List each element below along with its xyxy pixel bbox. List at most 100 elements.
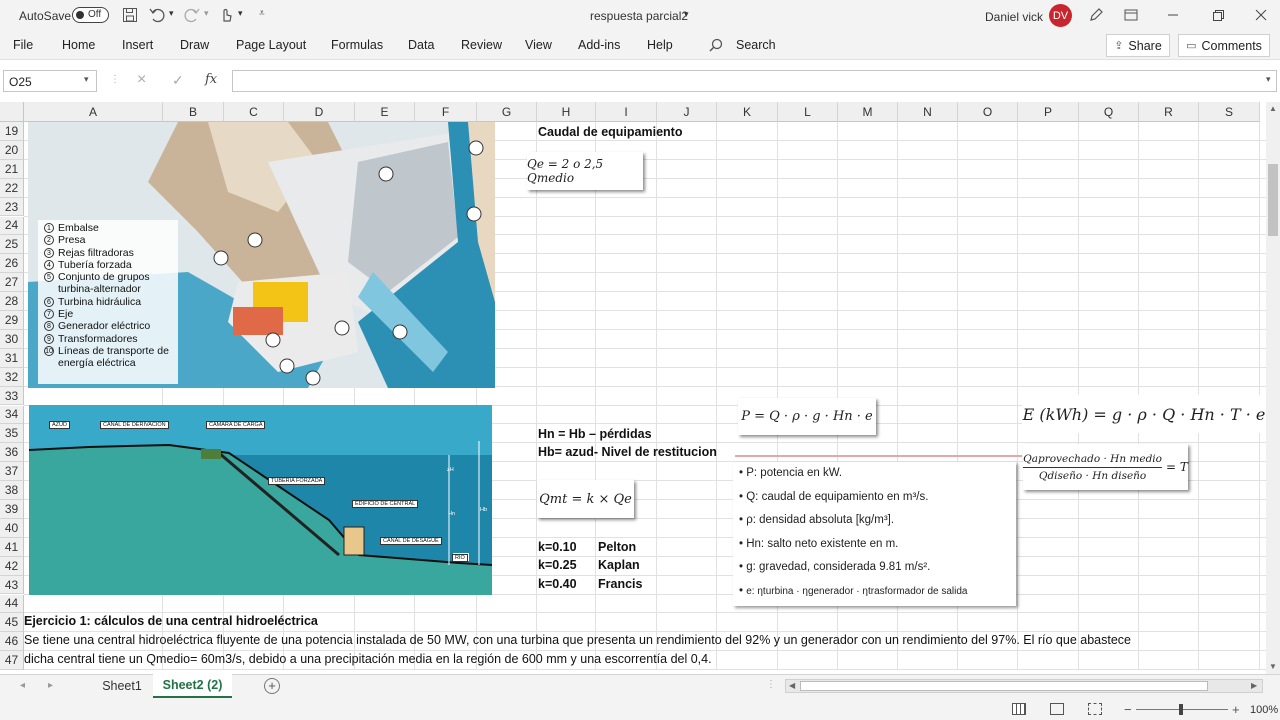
comments-button[interactable]: ▭ Comments — [1178, 34, 1270, 57]
autosave-toggle[interactable]: Off — [72, 7, 109, 23]
row-header-41[interactable]: 41 — [0, 537, 24, 557]
insert-function-icon[interactable]: fx — [205, 72, 217, 87]
row-header-22[interactable]: 22 — [0, 178, 24, 198]
search-box[interactable]: Search — [736, 38, 776, 52]
avatar[interactable]: DV — [1049, 4, 1072, 27]
name-box[interactable]: O25 — [3, 70, 97, 92]
touch-mode-icon[interactable] — [217, 6, 235, 24]
scroll-left-icon[interactable]: ◀ — [789, 681, 795, 690]
cancel-icon[interactable]: × — [137, 71, 146, 89]
row-header-37[interactable]: 37 — [0, 462, 24, 482]
tab-sheet1[interactable]: Sheet1 — [92, 674, 152, 698]
menu-view[interactable]: View — [525, 38, 552, 52]
scroll-right-icon[interactable]: ▶ — [1251, 681, 1257, 690]
row-header-38[interactable]: 38 — [0, 481, 24, 500]
row-header-34[interactable]: 34 — [0, 405, 24, 425]
add-sheet-button[interactable]: + — [264, 678, 280, 694]
ribbon-display-icon[interactable] — [1122, 6, 1140, 24]
pen-icon[interactable] — [1087, 6, 1105, 24]
row-header-26[interactable]: 26 — [0, 254, 24, 274]
column-header-g[interactable]: G — [477, 102, 537, 122]
touch-dropdown-icon[interactable]: ▾ — [238, 8, 243, 19]
column-header-b[interactable]: B — [163, 102, 224, 122]
row-header-20[interactable]: 20 — [0, 140, 24, 160]
zoom-slider-thumb[interactable] — [1179, 704, 1183, 715]
cell-ejercicio-line1[interactable]: Se tiene una central hidroeléctrica fluy… — [24, 633, 1131, 647]
page-layout-view-icon[interactable] — [1050, 703, 1064, 715]
cell-caudal[interactable]: Caudal de equipamiento — [538, 125, 682, 139]
scroll-up-icon[interactable]: ▲ — [1269, 104, 1277, 113]
equation-energy[interactable]: E (kWh) = g · ρ · Q · Hn · T · e — [1022, 395, 1266, 433]
redo-icon[interactable] — [183, 6, 201, 24]
menu-add-ins[interactable]: Add-ins — [578, 38, 620, 52]
column-header-s[interactable]: S — [1199, 102, 1260, 122]
column-header-h[interactable]: H — [537, 102, 596, 122]
row-header-32[interactable]: 32 — [0, 367, 24, 387]
menu-insert[interactable]: Insert — [122, 38, 153, 52]
enter-icon[interactable]: ✓ — [172, 72, 184, 89]
column-header-a[interactable]: A — [24, 102, 163, 122]
page-break-view-icon[interactable] — [1088, 703, 1102, 715]
title-dropdown-icon[interactable]: ▾ — [684, 9, 689, 20]
cell-hn[interactable]: Hn = Hb – pérdidas — [538, 427, 652, 441]
row-header-45[interactable]: 45 — [0, 613, 24, 633]
column-header-l[interactable]: L — [778, 102, 838, 122]
row-header-39[interactable]: 39 — [0, 500, 24, 519]
cell-k3[interactable]: k=0.40 — [538, 577, 577, 591]
vertical-scroll-thumb[interactable] — [1268, 164, 1278, 236]
equation-qmt[interactable]: Qmt = k × Qe — [537, 480, 634, 518]
menu-help[interactable]: Help — [647, 38, 673, 52]
row-header-24[interactable]: 24 — [0, 216, 24, 236]
profile-illustration[interactable] — [29, 405, 492, 595]
column-header-k[interactable]: K — [717, 102, 778, 122]
menu-draw[interactable]: Draw — [180, 38, 209, 52]
column-header-d[interactable]: D — [284, 102, 355, 122]
search-icon[interactable] — [708, 37, 724, 53]
menu-data[interactable]: Data — [408, 38, 434, 52]
horizontal-scrollbar[interactable]: ◀ ▶ — [785, 679, 1263, 693]
vertical-scrollbar[interactable]: ▲ ▼ — [1266, 102, 1280, 674]
restore-icon[interactable] — [1209, 6, 1227, 24]
column-header-f[interactable]: F — [415, 102, 477, 122]
cell-hb[interactable]: Hb= azud- Nivel de restitucion — [538, 445, 717, 459]
zoom-slider[interactable] — [1136, 704, 1228, 715]
cell-k1[interactable]: k=0.10 — [538, 540, 577, 554]
row-header-44[interactable]: 44 — [0, 594, 24, 614]
zoom-out-icon[interactable]: − — [1124, 702, 1132, 717]
select-all-corner[interactable] — [0, 102, 24, 122]
prev-sheet-icon[interactable]: ◂ — [20, 680, 25, 691]
name-box-dropdown-icon[interactable]: ▾ — [84, 74, 89, 85]
undo-dropdown-icon[interactable]: ▾ — [169, 8, 174, 19]
column-header-o[interactable]: O — [958, 102, 1018, 122]
row-header-31[interactable]: 31 — [0, 348, 24, 368]
user-name[interactable]: Daniel vick — [985, 10, 1043, 24]
cell-t3[interactable]: Francis — [598, 577, 642, 591]
zoom-level[interactable]: 100% — [1250, 704, 1278, 716]
row-header-28[interactable]: 28 — [0, 292, 24, 311]
row-header-33[interactable]: 33 — [0, 386, 24, 406]
redo-dropdown-icon[interactable]: ▾ — [204, 8, 209, 19]
cell-t1[interactable]: Pelton — [598, 540, 636, 554]
horizontal-scroll-thumb[interactable] — [800, 681, 1208, 691]
menu-home[interactable]: Home — [62, 38, 95, 52]
column-header-n[interactable]: N — [898, 102, 958, 122]
cell-ejercicio-title[interactable]: Ejercicio 1: cálculos de una central hid… — [24, 614, 318, 628]
normal-view-icon[interactable] — [1012, 703, 1026, 715]
document-title[interactable]: respuesta parcial2 — [590, 9, 688, 23]
row-header-40[interactable]: 40 — [0, 518, 24, 538]
cell-t2[interactable]: Kaplan — [598, 558, 640, 572]
row-header-35[interactable]: 35 — [0, 424, 24, 444]
variables-list[interactable]: • P: potencia en kW. • Q: caudal de equip… — [733, 462, 1016, 606]
column-header-q[interactable]: Q — [1079, 102, 1139, 122]
column-header-c[interactable]: C — [224, 102, 284, 122]
column-header-e[interactable]: E — [355, 102, 415, 122]
customize-qat-icon[interactable]: ⩡ — [259, 8, 265, 19]
minimize-icon[interactable] — [1164, 6, 1182, 24]
cell-k2[interactable]: k=0.25 — [538, 558, 577, 572]
row-header-36[interactable]: 36 — [0, 443, 24, 463]
equation-t[interactable]: Qaprovechado · Hn medio Qdiseño · Hn dis… — [1023, 444, 1188, 490]
tab-sheet2-2[interactable]: Sheet2 (2) — [153, 674, 232, 698]
row-header-46[interactable]: 46 — [0, 632, 24, 652]
formula-bar-handle-icon[interactable]: ⋮ — [110, 74, 120, 85]
expand-formula-icon[interactable]: ▾ — [1266, 74, 1271, 85]
